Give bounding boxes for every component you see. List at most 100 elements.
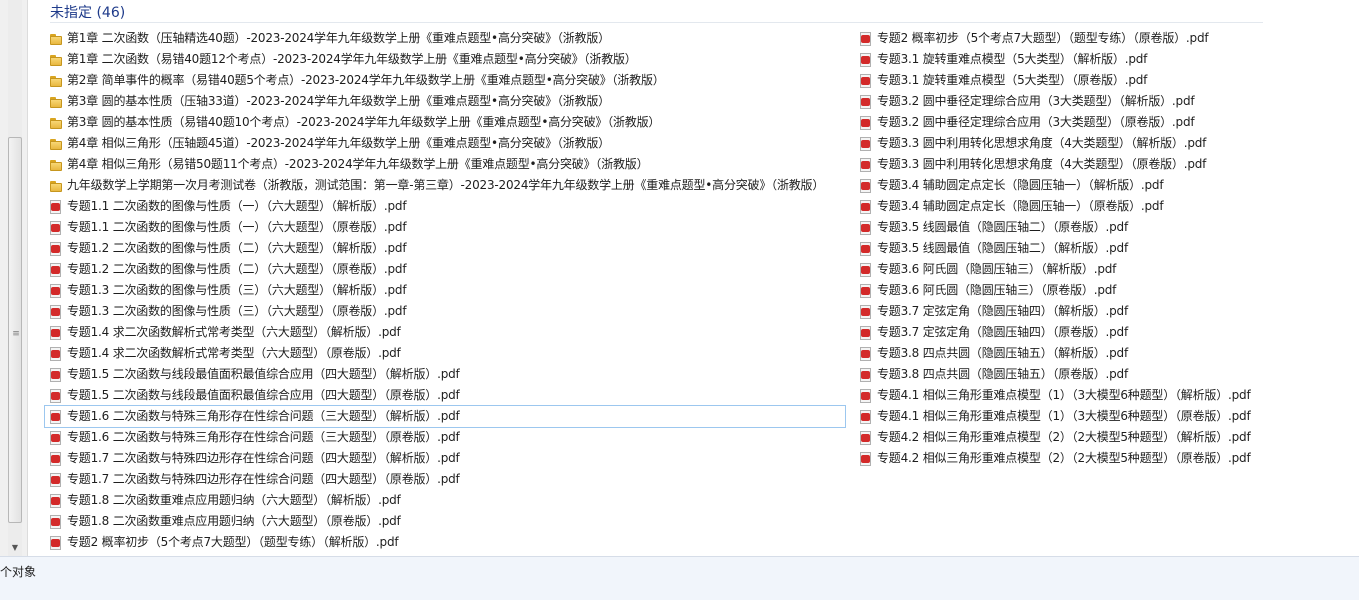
- pdf-icon: [859, 367, 872, 382]
- folder-item[interactable]: 第1章 二次函数（易错40题12个考点）-2023-2024学年九年级数学上册《…: [45, 49, 845, 70]
- item-label: 专题3.6 阿氏圆（隐圆压轴三）（原卷版）.pdf: [877, 283, 1117, 297]
- scroll-thumb[interactable]: ≡: [8, 137, 22, 523]
- file-item[interactable]: 专题3.5 线圆最值（隐圆压轴二）（解析版）.pdf: [855, 238, 1275, 259]
- file-item[interactable]: 专题3.4 辅助圆定点定长（隐圆压轴一）（原卷版）.pdf: [855, 196, 1275, 217]
- file-item[interactable]: 专题3.7 定弦定角（隐圆压轴四）（解析版）.pdf: [855, 301, 1275, 322]
- item-label: 第2章 简单事件的概率（易错40题5个考点）-2023-2024学年九年级数学上…: [67, 73, 665, 87]
- item-label: 第3章 圆的基本性质（易错40题10个考点）-2023-2024学年九年级数学上…: [67, 115, 661, 129]
- file-item[interactable]: 专题3.4 辅助圆定点定长（隐圆压轴一）（解析版）.pdf: [855, 175, 1275, 196]
- file-item[interactable]: 专题1.5 二次函数与线段最值面积最值综合应用（四大题型）（解析版）.pdf: [45, 364, 845, 385]
- item-label: 专题4.1 相似三角形重难点模型（1）（3大模型6种题型）（原卷版）.pdf: [877, 409, 1251, 423]
- file-item[interactable]: 专题1.8 二次函数重难点应用题归纳（六大题型）（原卷版）.pdf: [45, 511, 845, 532]
- file-item[interactable]: 专题3.6 阿氏圆（隐圆压轴三）（原卷版）.pdf: [855, 280, 1275, 301]
- file-item[interactable]: 专题3.3 圆中利用转化思想求角度（4大类题型）（原卷版）.pdf: [855, 154, 1275, 175]
- item-label: 专题1.2 二次函数的图像与性质（二）（六大题型）（原卷版）.pdf: [67, 262, 407, 276]
- pdf-icon: [49, 220, 62, 235]
- file-item[interactable]: 专题3.7 定弦定角（隐圆压轴四）（原卷版）.pdf: [855, 322, 1275, 343]
- file-item[interactable]: 专题4.1 相似三角形重难点模型（1）（3大模型6种题型）（原卷版）.pdf: [855, 406, 1275, 427]
- folder-icon: [49, 116, 62, 130]
- file-item[interactable]: 专题1.6 二次函数与特殊三角形存在性综合问题（三大题型）（原卷版）.pdf: [45, 427, 845, 448]
- status-text: 个对象: [0, 565, 37, 579]
- pdf-icon: [49, 241, 62, 256]
- folder-item[interactable]: 第3章 圆的基本性质（易错40题10个考点）-2023-2024学年九年级数学上…: [45, 112, 845, 133]
- file-item[interactable]: 专题4.2 相似三角形重难点模型（2）（2大模型5种题型）（原卷版）.pdf: [855, 448, 1275, 469]
- file-item[interactable]: 专题4.2 相似三角形重难点模型（2）（2大模型5种题型）（解析版）.pdf: [855, 427, 1275, 448]
- file-item[interactable]: 专题1.4 求二次函数解析式常考类型（六大题型）（原卷版）.pdf: [45, 343, 845, 364]
- pdf-icon: [49, 493, 62, 508]
- folder-icon: [49, 53, 62, 67]
- vertical-scrollbar[interactable]: ≡ ▼: [0, 0, 28, 556]
- file-item[interactable]: 专题2 概率初步（5个考点7大题型）（题型专练）（原卷版）.pdf: [855, 28, 1275, 49]
- file-item[interactable]: 专题1.2 二次函数的图像与性质（二）（六大题型）（解析版）.pdf: [45, 238, 845, 259]
- pdf-icon: [49, 325, 62, 340]
- item-label: 专题3.1 旋转重难点模型（5大类型）（原卷版）.pdf: [877, 73, 1148, 87]
- file-item[interactable]: 专题3.1 旋转重难点模型（5大类型）（原卷版）.pdf: [855, 70, 1275, 91]
- folder-item[interactable]: 第4章 相似三角形（压轴题45道）-2023-2024学年九年级数学上册《重难点…: [45, 133, 845, 154]
- file-list-left-column: 第1章 二次函数（压轴精选40题）-2023-2024学年九年级数学上册《重难点…: [44, 28, 846, 553]
- folder-icon: [49, 32, 62, 46]
- pdf-icon: [49, 535, 62, 550]
- item-label: 专题3.2 圆中垂径定理综合应用（3大类题型）（解析版）.pdf: [877, 94, 1195, 108]
- item-label: 专题3.8 四点共圆（隐圆压轴五）（原卷版）.pdf: [877, 367, 1128, 381]
- file-item[interactable]: 专题1.3 二次函数的图像与性质（三）（六大题型）（原卷版）.pdf: [45, 301, 845, 322]
- file-item[interactable]: 专题3.5 线圆最值（隐圆压轴二）（原卷版）.pdf: [855, 217, 1275, 238]
- group-title: 未指定 (46): [50, 5, 126, 21]
- file-item[interactable]: 专题1.4 求二次函数解析式常考类型（六大题型）（解析版）.pdf: [45, 322, 845, 343]
- pdf-icon: [859, 220, 872, 235]
- item-label: 专题4.1 相似三角形重难点模型（1）（3大模型6种题型）（解析版）.pdf: [877, 388, 1251, 402]
- pdf-icon: [859, 157, 872, 172]
- item-label: 专题1.6 二次函数与特殊三角形存在性综合问题（三大题型）（原卷版）.pdf: [67, 430, 460, 444]
- file-item[interactable]: 专题1.1 二次函数的图像与性质（一）（六大题型）（原卷版）.pdf: [45, 217, 845, 238]
- pdf-icon: [859, 178, 872, 193]
- file-item[interactable]: 专题2 概率初步（5个考点7大题型）（题型专练）（解析版）.pdf: [45, 532, 845, 553]
- file-item[interactable]: 专题1.7 二次函数与特殊四边形存在性综合问题（四大题型）（解析版）.pdf: [45, 448, 845, 469]
- item-label: 第1章 二次函数（压轴精选40题）-2023-2024学年九年级数学上册《重难点…: [67, 31, 610, 45]
- grip-icon: ≡: [12, 329, 20, 339]
- pdf-icon: [859, 241, 872, 256]
- file-item[interactable]: 专题1.1 二次函数的图像与性质（一）（六大题型）（解析版）.pdf: [45, 196, 845, 217]
- item-label: 第3章 圆的基本性质（压轴33道）-2023-2024学年九年级数学上册《重难点…: [67, 94, 610, 108]
- file-item[interactable]: 专题4.1 相似三角形重难点模型（1）（3大模型6种题型）（解析版）.pdf: [855, 385, 1275, 406]
- pdf-icon: [859, 31, 872, 46]
- folder-item[interactable]: 九年级数学上学期第一次月考测试卷（浙教版，测试范围：第一章-第三章）-2023-…: [45, 175, 845, 196]
- pdf-icon: [49, 304, 62, 319]
- folder-item[interactable]: 第3章 圆的基本性质（压轴33道）-2023-2024学年九年级数学上册《重难点…: [45, 91, 845, 112]
- scroll-down-arrow-icon[interactable]: ▼: [8, 541, 22, 555]
- pdf-icon: [859, 52, 872, 67]
- file-item[interactable]: 专题1.5 二次函数与线段最值面积最值综合应用（四大题型）（原卷版）.pdf: [45, 385, 845, 406]
- item-label: 专题1.8 二次函数重难点应用题归纳（六大题型）（解析版）.pdf: [67, 493, 401, 507]
- folder-icon: [49, 74, 62, 88]
- pdf-icon: [859, 115, 872, 130]
- file-item[interactable]: 专题3.1 旋转重难点模型（5大类型）（解析版）.pdf: [855, 49, 1275, 70]
- file-item[interactable]: 专题3.2 圆中垂径定理综合应用（3大类题型）（解析版）.pdf: [855, 91, 1275, 112]
- file-item[interactable]: 专题3.2 圆中垂径定理综合应用（3大类题型）（原卷版）.pdf: [855, 112, 1275, 133]
- folder-item[interactable]: 第4章 相似三角形（易错50题11个考点）-2023-2024学年九年级数学上册…: [45, 154, 845, 175]
- item-label: 专题1.4 求二次函数解析式常考类型（六大题型）（解析版）.pdf: [67, 325, 401, 339]
- item-label: 专题3.5 线圆最值（隐圆压轴二）（原卷版）.pdf: [877, 220, 1128, 234]
- pdf-icon: [49, 199, 62, 214]
- pdf-icon: [859, 451, 872, 466]
- pdf-icon: [49, 367, 62, 382]
- file-item[interactable]: 专题3.3 圆中利用转化思想求角度（4大类题型）（解析版）.pdf: [855, 133, 1275, 154]
- file-item[interactable]: 专题1.7 二次函数与特殊四边形存在性综合问题（四大题型）（原卷版）.pdf: [45, 469, 845, 490]
- pdf-icon: [49, 451, 62, 466]
- folder-item[interactable]: 第1章 二次函数（压轴精选40题）-2023-2024学年九年级数学上册《重难点…: [45, 28, 845, 49]
- group-header[interactable]: 未指定 (46): [50, 4, 1263, 23]
- pdf-icon: [49, 388, 62, 403]
- file-item[interactable]: 专题1.2 二次函数的图像与性质（二）（六大题型）（原卷版）.pdf: [45, 259, 845, 280]
- item-label: 第1章 二次函数（易错40题12个考点）-2023-2024学年九年级数学上册《…: [67, 52, 637, 66]
- item-label: 专题2 概率初步（5个考点7大题型）（题型专练）（解析版）.pdf: [67, 535, 399, 549]
- item-label: 专题3.8 四点共圆（隐圆压轴五）（解析版）.pdf: [877, 346, 1128, 360]
- pdf-icon: [49, 262, 62, 277]
- pdf-icon: [859, 388, 872, 403]
- file-item[interactable]: 专题1.3 二次函数的图像与性质（三）（六大题型）（解析版）.pdf: [45, 280, 845, 301]
- file-item[interactable]: 专题1.6 二次函数与特殊三角形存在性综合问题（三大题型）（解析版）.pdf: [44, 405, 846, 428]
- file-item[interactable]: 专题1.8 二次函数重难点应用题归纳（六大题型）（解析版）.pdf: [45, 490, 845, 511]
- folder-icon: [49, 137, 62, 151]
- folder-item[interactable]: 第2章 简单事件的概率（易错40题5个考点）-2023-2024学年九年级数学上…: [45, 70, 845, 91]
- item-label: 专题3.3 圆中利用转化思想求角度（4大类题型）（解析版）.pdf: [877, 136, 1207, 150]
- file-item[interactable]: 专题3.6 阿氏圆（隐圆压轴三）（解析版）.pdf: [855, 259, 1275, 280]
- file-item[interactable]: 专题3.8 四点共圆（隐圆压轴五）（原卷版）.pdf: [855, 364, 1275, 385]
- pdf-icon: [859, 283, 872, 298]
- file-item[interactable]: 专题3.8 四点共圆（隐圆压轴五）（解析版）.pdf: [855, 343, 1275, 364]
